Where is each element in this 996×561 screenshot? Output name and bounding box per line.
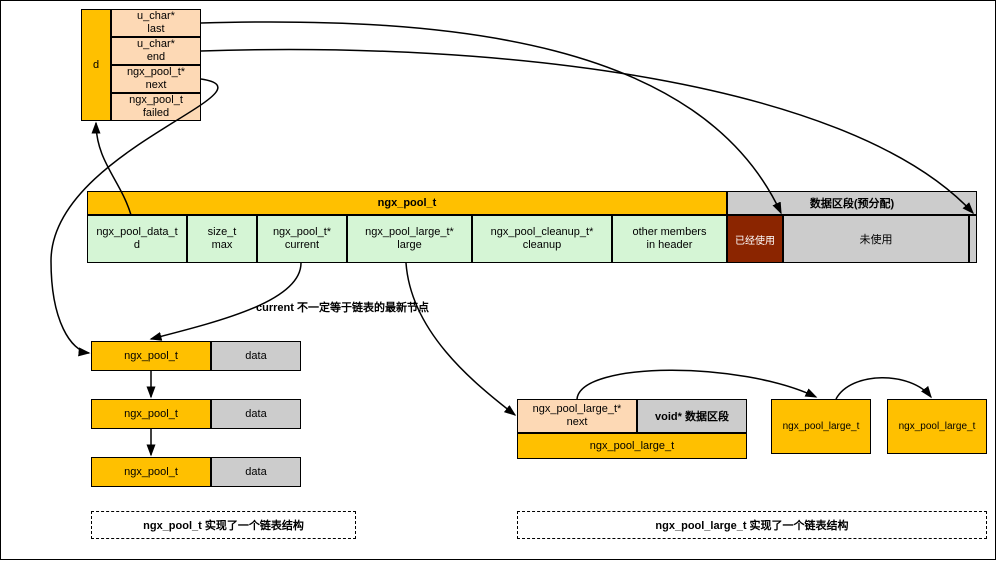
struct-d-header: d — [81, 9, 111, 121]
pool-item-1: ngx_pool_t — [91, 341, 211, 371]
diagram-canvas: d u_char* last u_char* end ngx_pool_t* n… — [0, 0, 996, 560]
field-d: ngx_pool_data_t d — [87, 215, 187, 263]
unused-tail — [969, 215, 977, 263]
field-failed: ngx_pool_t failed — [111, 93, 201, 121]
field-next: ngx_pool_t* next — [111, 65, 201, 93]
pool-item-3: ngx_pool_t — [91, 457, 211, 487]
large-voidptr: void* 数据区段 — [637, 399, 747, 433]
used-block: 已经使用 — [727, 215, 783, 263]
large-title: ngx_pool_large_t — [517, 433, 747, 459]
field-max: size_t max — [187, 215, 257, 263]
large-next: ngx_pool_large_t* next — [517, 399, 637, 433]
field-other: other members in header — [612, 215, 727, 263]
pool-caption: ngx_pool_t 实现了一个链表结构 — [91, 511, 356, 539]
large-chain-1: ngx_pool_large_t — [771, 399, 871, 454]
data-section-header: 数据区段(预分配) — [727, 191, 977, 215]
pool-data-1: data — [211, 341, 301, 371]
large-caption: ngx_pool_large_t 实现了一个链表结构 — [517, 511, 987, 539]
pool-data-3: data — [211, 457, 301, 487]
large-chain-2: ngx_pool_large_t — [887, 399, 987, 454]
field-current: ngx_pool_t* current — [257, 215, 347, 263]
unused-block: 未使用 — [783, 215, 969, 263]
pool-data-2: data — [211, 399, 301, 429]
note-current: current 不一定等于链表的最新节点 — [256, 299, 429, 315]
field-cleanup: ngx_pool_cleanup_t* cleanup — [472, 215, 612, 263]
pool-item-2: ngx_pool_t — [91, 399, 211, 429]
struct-d-header-label: d — [93, 59, 99, 71]
field-large: ngx_pool_large_t* large — [347, 215, 472, 263]
main-bar-title: ngx_pool_t — [87, 191, 727, 215]
field-end: u_char* end — [111, 37, 201, 65]
field-last: u_char* last — [111, 9, 201, 37]
